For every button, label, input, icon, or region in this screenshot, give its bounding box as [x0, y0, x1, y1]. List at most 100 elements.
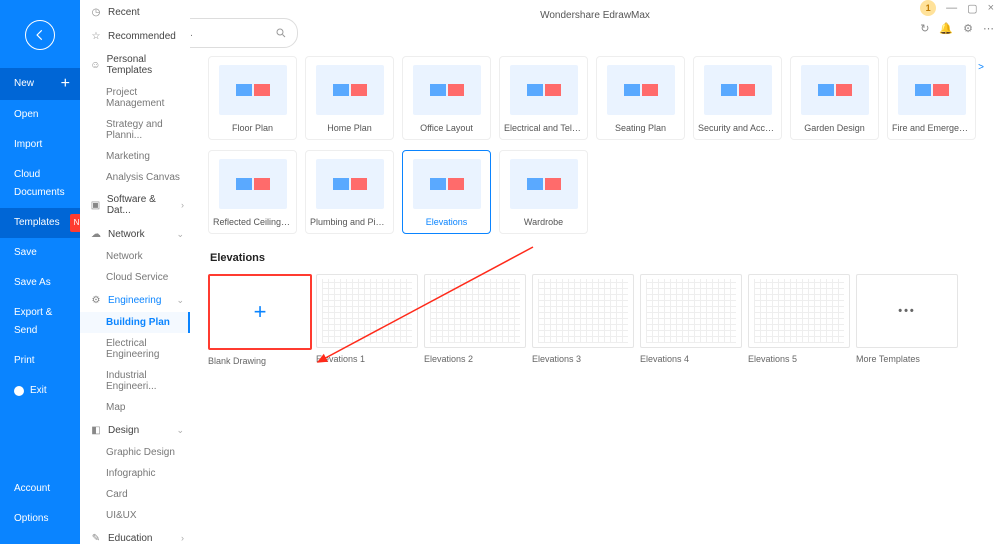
tile-thumb: [801, 65, 869, 115]
side-education[interactable]: ✎Education›: [80, 526, 190, 544]
category-tile[interactable]: Wardrobe: [499, 150, 588, 234]
chevron-down-icon: ⌄: [176, 229, 184, 240]
nav-import[interactable]: Import: [0, 130, 80, 160]
tile-thumb: [704, 65, 772, 115]
category-tile[interactable]: Electrical and Telecom...: [499, 56, 588, 140]
template-row: +Blank DrawingElevations 1 Elevations 2 El…: [208, 274, 990, 366]
tile-thumb: [898, 65, 966, 115]
plus-icon: +: [254, 299, 267, 325]
user-avatar[interactable]: 1: [920, 0, 936, 16]
title-bar: Wondershare EdrawMax: [190, 0, 1000, 30]
nav-new-label: New: [14, 75, 34, 93]
side-sub-item[interactable]: Card: [80, 484, 190, 505]
tile-label: Wardrobe: [500, 217, 587, 227]
template-thumb: [424, 274, 526, 348]
category-tile[interactable]: Seating Plan: [596, 56, 685, 140]
template-blank-drawing[interactable]: +Blank Drawing: [208, 274, 308, 366]
tile-label: Seating Plan: [597, 123, 684, 133]
category-tile[interactable]: Plumbing and Piping ...: [305, 150, 394, 234]
nav-templates[interactable]: Templates NEW: [0, 208, 80, 238]
template-thumb: [640, 274, 742, 348]
template-label: More Templates: [856, 354, 920, 364]
nav-save-as[interactable]: Save As: [0, 268, 80, 298]
side-sub-item[interactable]: Project Management: [80, 82, 190, 114]
clock-icon: ◷: [90, 6, 102, 18]
template-card[interactable]: Elevations 3: [532, 274, 632, 366]
side-sub-item[interactable]: Strategy and Planni...: [80, 114, 190, 146]
nav-save[interactable]: Save: [0, 238, 80, 268]
category-tile[interactable]: Home Plan: [305, 56, 394, 140]
tile-label: Reflected Ceiling Plan: [209, 217, 296, 227]
side-sub-item[interactable]: Analysis Canvas: [80, 167, 190, 188]
side-recent[interactable]: ◷Recent: [80, 0, 190, 24]
nav-export-send[interactable]: Export & Send: [0, 298, 80, 346]
sidebar-primary: New + Open Import Cloud Documents Templa…: [0, 0, 80, 544]
window-max[interactable]: ▢: [967, 2, 977, 15]
tile-thumb: [219, 159, 287, 209]
settings-icon[interactable]: ⚙: [963, 22, 973, 35]
side-sub-item[interactable]: Map: [80, 397, 190, 418]
more-dots-icon: •••: [898, 305, 916, 317]
nav-open[interactable]: Open: [0, 100, 80, 130]
history-icon[interactable]: ↻: [920, 22, 929, 35]
side-sub-item[interactable]: Cloud Service: [80, 267, 190, 288]
category-tile[interactable]: Elevations: [402, 150, 491, 234]
template-card[interactable]: Elevations 1: [316, 274, 416, 366]
side-sub-item[interactable]: Network: [80, 246, 190, 267]
nav-cloud-documents[interactable]: Cloud Documents: [0, 160, 80, 208]
tile-thumb: [510, 159, 578, 209]
search-input[interactable]: [190, 27, 275, 40]
back-button[interactable]: [25, 20, 55, 50]
nav-new[interactable]: New +: [0, 68, 80, 100]
category-row-1: Floor PlanHome Plan Office Layout Electric…: [208, 56, 990, 140]
window-close[interactable]: ×: [988, 2, 994, 14]
template-thumb: [748, 274, 850, 348]
side-design[interactable]: ◧Design⌄: [80, 418, 190, 442]
bell-icon[interactable]: 🔔: [939, 22, 953, 35]
side-sub-item[interactable]: Marketing: [80, 146, 190, 167]
tile-label: Security and Access Pl...: [694, 123, 781, 133]
template-thumb: [532, 274, 634, 348]
side-sub-item[interactable]: UI&UX: [80, 505, 190, 526]
window-min[interactable]: —: [946, 2, 957, 14]
side-sub-item[interactable]: Graphic Design: [80, 442, 190, 463]
nav-exit[interactable]: Exit: [0, 376, 80, 406]
tile-thumb: [316, 65, 384, 115]
category-tile[interactable]: Garden Design: [790, 56, 879, 140]
tile-thumb: [316, 159, 384, 209]
nav-print[interactable]: Print: [0, 346, 80, 376]
category-tile[interactable]: Security and Access Pl...: [693, 56, 782, 140]
nav-account[interactable]: Account: [0, 474, 80, 504]
tile-label: Elevations: [403, 217, 490, 227]
category-tile[interactable]: Floor Plan: [208, 56, 297, 140]
template-card[interactable]: Elevations 2: [424, 274, 524, 366]
category-tile[interactable]: Fire and Emergency Pl...: [887, 56, 976, 140]
template-card[interactable]: Elevations 4: [640, 274, 740, 366]
template-label: Elevations 4: [640, 354, 689, 364]
app-root: New + Open Import Cloud Documents Templa…: [0, 0, 1000, 544]
section-title: Elevations: [210, 252, 990, 264]
education-icon: ✎: [90, 532, 102, 544]
more-icon[interactable]: ⋯: [983, 22, 994, 35]
tile-label: Garden Design: [791, 123, 878, 133]
side-sub-item[interactable]: Infographic: [80, 463, 190, 484]
side-recommended[interactable]: ☆Recommended: [80, 24, 190, 48]
side-sub-item[interactable]: Electrical Engineering: [80, 333, 190, 365]
window-controls: 1 — ▢ × ↻ 🔔 ⚙ ⋯: [920, 0, 994, 35]
template-label: Elevations 2: [424, 354, 473, 364]
category-tile[interactable]: Reflected Ceiling Plan: [208, 150, 297, 234]
design-icon: ◧: [90, 424, 102, 436]
side-software-data[interactable]: ▣Software & Dat...›: [80, 188, 190, 222]
tile-label: Office Layout: [403, 123, 490, 133]
network-icon: ☁: [90, 228, 102, 240]
side-engineering[interactable]: ⚙Engineering⌄: [80, 288, 190, 312]
side-sub-item[interactable]: Building Plan: [80, 312, 190, 333]
side-personal-templates[interactable]: ☺Personal Templates: [80, 48, 190, 82]
search-box[interactable]: [190, 18, 298, 48]
side-network[interactable]: ☁Network⌄: [80, 222, 190, 246]
side-sub-item[interactable]: Industrial Engineeri...: [80, 365, 190, 397]
template-more[interactable]: ••• More Templates: [856, 274, 956, 366]
category-tile[interactable]: Office Layout: [402, 56, 491, 140]
nav-options[interactable]: Options: [0, 504, 80, 534]
template-card[interactable]: Elevations 5: [748, 274, 848, 366]
